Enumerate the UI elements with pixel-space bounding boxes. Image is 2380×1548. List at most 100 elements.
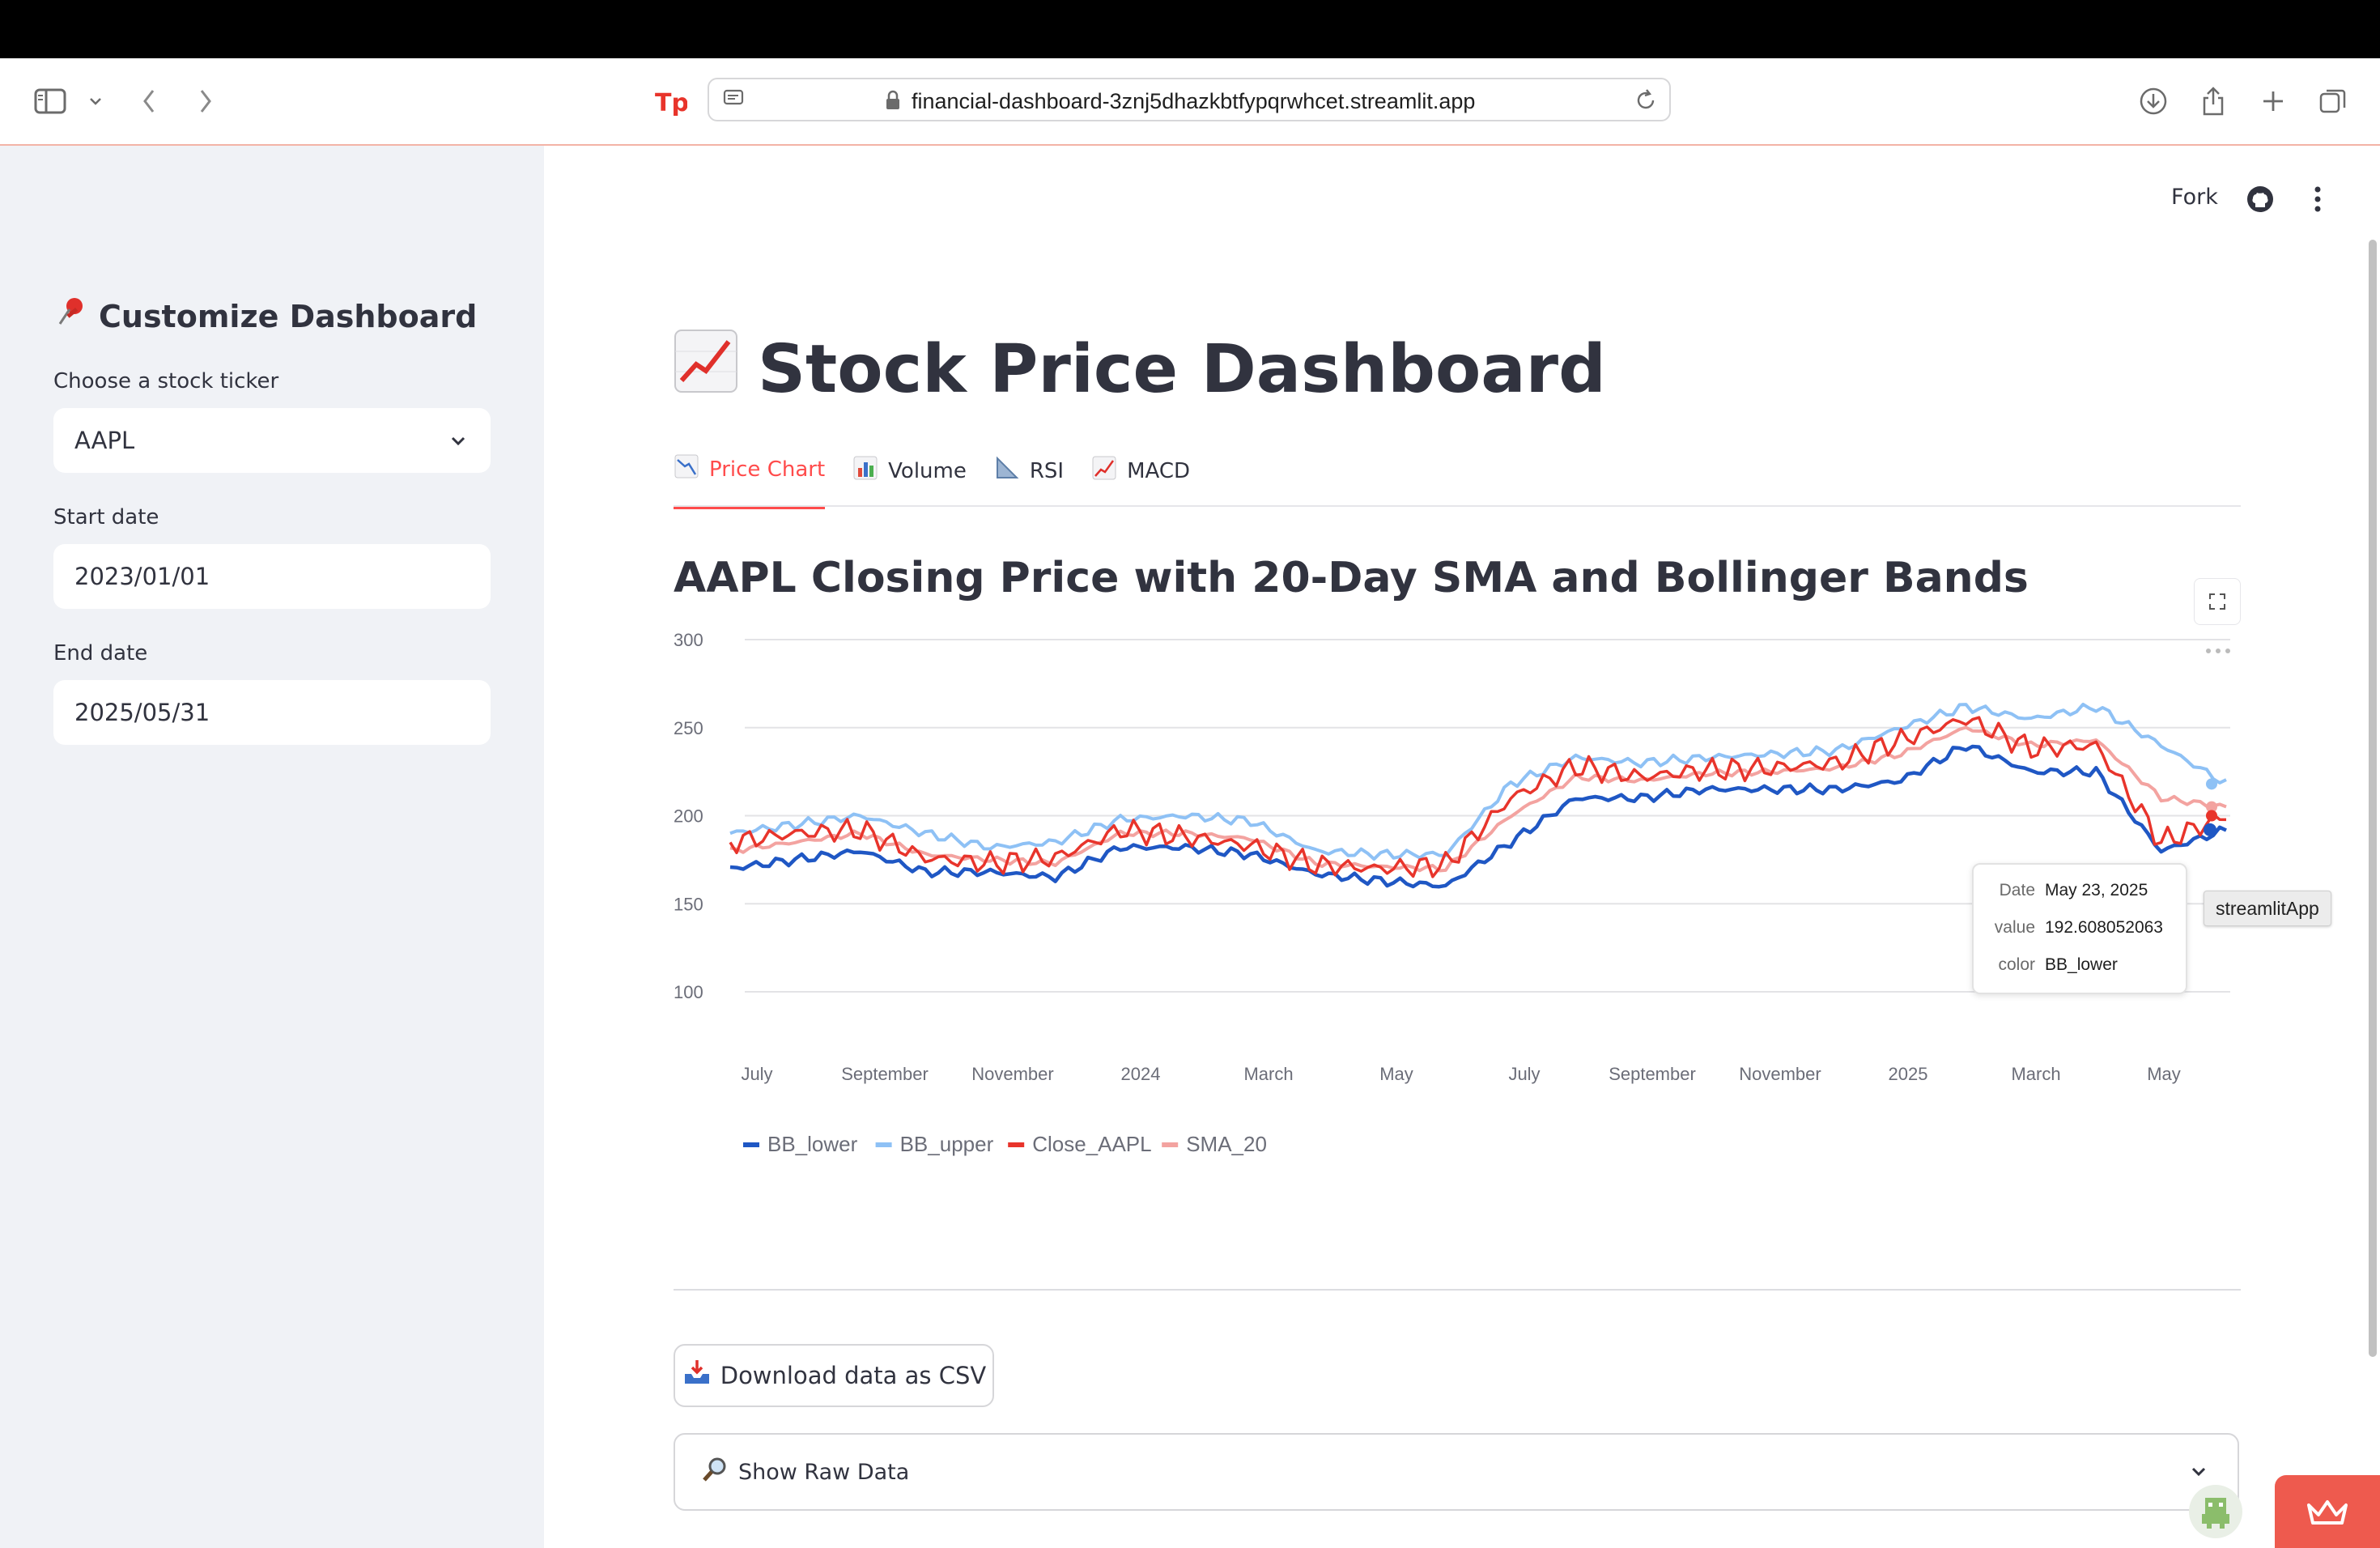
svg-text:Tp: Tp (655, 89, 687, 116)
tab-label: MACD (1127, 458, 1191, 483)
tp-extension-icon[interactable]: Tp (648, 79, 693, 124)
url-text: financial-dashboard-3znj5dhazkbtfypqrwhc… (912, 89, 1476, 113)
tab-divider (674, 505, 2241, 507)
expander-label: Show Raw Data (738, 1459, 910, 1485)
start-date-label: Start date (53, 505, 159, 529)
magnifier-icon (701, 1456, 729, 1489)
address-bar[interactable]: financial-dashboard-3znj5dhazkbtfypqrwhc… (708, 78, 1671, 121)
x-tick-label: July (741, 1064, 772, 1084)
sidebar-title-text: Customize Dashboard (99, 298, 478, 334)
ticker-select[interactable]: AAPL (53, 408, 491, 473)
tab-label: RSI (1029, 458, 1065, 483)
tooltip-value: BB_lower (2045, 955, 2118, 974)
y-tick-label: 150 (674, 894, 703, 914)
tab-bar: Price Chart Volume RSI MACD (674, 453, 1190, 509)
chart-title: AAPL Closing Price with 20-Day SMA and B… (674, 554, 2029, 602)
bar-chart-icon (852, 455, 878, 487)
page-title: Stock Price Dashboard (672, 327, 1606, 411)
tab-label: Price Chart (709, 457, 826, 482)
legend-swatch (1162, 1142, 1179, 1147)
triangular-ruler-icon (994, 455, 1020, 487)
more-menu-icon[interactable] (2306, 185, 2330, 217)
forward-icon[interactable] (183, 79, 228, 124)
tab-overview-icon[interactable] (2310, 79, 2356, 124)
tab-macd[interactable]: MACD (1091, 453, 1190, 509)
end-date-value: 2025/05/31 (74, 699, 210, 726)
x-tick-label: May (2147, 1064, 2181, 1084)
inbox-tray-icon (682, 1358, 712, 1394)
share-icon[interactable] (2191, 79, 2236, 124)
x-tick-label: September (1609, 1064, 1696, 1084)
page-title-text: Stock Price Dashboard (758, 330, 1606, 408)
x-tick-label: July (1508, 1064, 1540, 1084)
download-csv-label: Download data as CSV (720, 1362, 987, 1389)
fork-link[interactable]: Fork (2171, 185, 2218, 210)
scrollbar[interactable] (2369, 240, 2377, 1357)
legend-label: Close_AAPL (1032, 1132, 1151, 1156)
user-avatar[interactable] (2189, 1485, 2242, 1538)
sidebar (0, 146, 544, 1548)
chart-increasing-icon (672, 327, 740, 411)
legend-swatch (1008, 1142, 1025, 1147)
raw-data-expander[interactable]: Show Raw Data (674, 1433, 2239, 1511)
sidebar-toggle-icon[interactable] (28, 79, 73, 124)
x-tick-label: May (1379, 1064, 1413, 1084)
tab-volume[interactable]: Volume (852, 453, 967, 509)
chart-tooltip: Date May 23, 2025 value 192.608052063 colo… (1972, 863, 2187, 994)
legend-label: SMA_20 (1186, 1132, 1267, 1156)
browser-toolbar: Tp financial-dashboard-3znj5dhazkbtfypqr… (0, 58, 2380, 146)
download-csv-button[interactable]: Download data as CSV (674, 1344, 994, 1407)
chevron-down-icon[interactable] (73, 79, 118, 124)
new-tab-icon[interactable] (2250, 79, 2296, 124)
series-line-sma_20 (729, 725, 2227, 873)
hover-point (2204, 823, 2216, 836)
ticker-label: Choose a stock ticker (53, 369, 279, 393)
tooltip-value: May 23, 2025 (2045, 881, 2148, 899)
reload-icon[interactable] (1634, 88, 1658, 116)
ticker-select-value: AAPL (74, 427, 135, 454)
back-icon[interactable] (126, 79, 172, 124)
legend-swatch (875, 1142, 892, 1147)
streamlit-crown-icon[interactable] (2275, 1475, 2380, 1548)
hover-point (2206, 810, 2217, 822)
chevron-down-icon (448, 429, 468, 457)
tooltip-value: 192.608052063 (2045, 918, 2163, 937)
tooltip-key: value (1994, 918, 2035, 937)
x-tick-label: March (2011, 1064, 2060, 1084)
x-tick-label: November (971, 1064, 1053, 1084)
chart-decreasing-icon (674, 453, 699, 485)
y-tick-label: 100 (674, 982, 703, 1002)
start-date-input[interactable]: 2023/01/01 (53, 544, 491, 609)
end-date-label: End date (53, 641, 148, 666)
legend-label: BB_upper (900, 1132, 994, 1156)
download-icon[interactable] (2131, 79, 2176, 124)
x-tick-label: March (1243, 1064, 1293, 1084)
x-tick-label: November (1739, 1064, 1821, 1084)
series-line-close_aapl (729, 716, 2227, 878)
page-settings-icon[interactable] (722, 87, 746, 115)
legend-swatch (743, 1142, 759, 1147)
x-tick-label: 2025 (1889, 1064, 1928, 1084)
tooltip-key: color (1998, 955, 2035, 974)
legend-label: BB_lower (767, 1132, 858, 1156)
y-tick-label: 300 (674, 630, 703, 650)
tab-label: Volume (888, 458, 967, 483)
section-divider (674, 1289, 2241, 1291)
tab-rsi[interactable]: RSI (994, 453, 1064, 509)
x-tick-label: 2024 (1121, 1064, 1161, 1084)
screen-top-bar (0, 0, 2380, 58)
y-tick-label: 200 (674, 806, 703, 827)
tooltip-key: Date (1999, 881, 2035, 899)
x-tick-label: September (841, 1064, 929, 1084)
app-tag-tooltip: streamlitApp (2204, 891, 2331, 926)
pushpin-icon (53, 295, 89, 338)
hover-point (2206, 778, 2217, 790)
github-icon[interactable] (2246, 185, 2275, 217)
tab-price-chart[interactable]: Price Chart (674, 453, 826, 509)
end-date-input[interactable]: 2025/05/31 (53, 680, 491, 745)
y-tick-label: 250 (674, 718, 703, 738)
lock-icon (884, 89, 902, 115)
chevron-down-icon (2189, 1462, 2208, 1487)
sidebar-title: Customize Dashboard (53, 295, 477, 338)
chart-increasing-icon (1091, 455, 1117, 487)
